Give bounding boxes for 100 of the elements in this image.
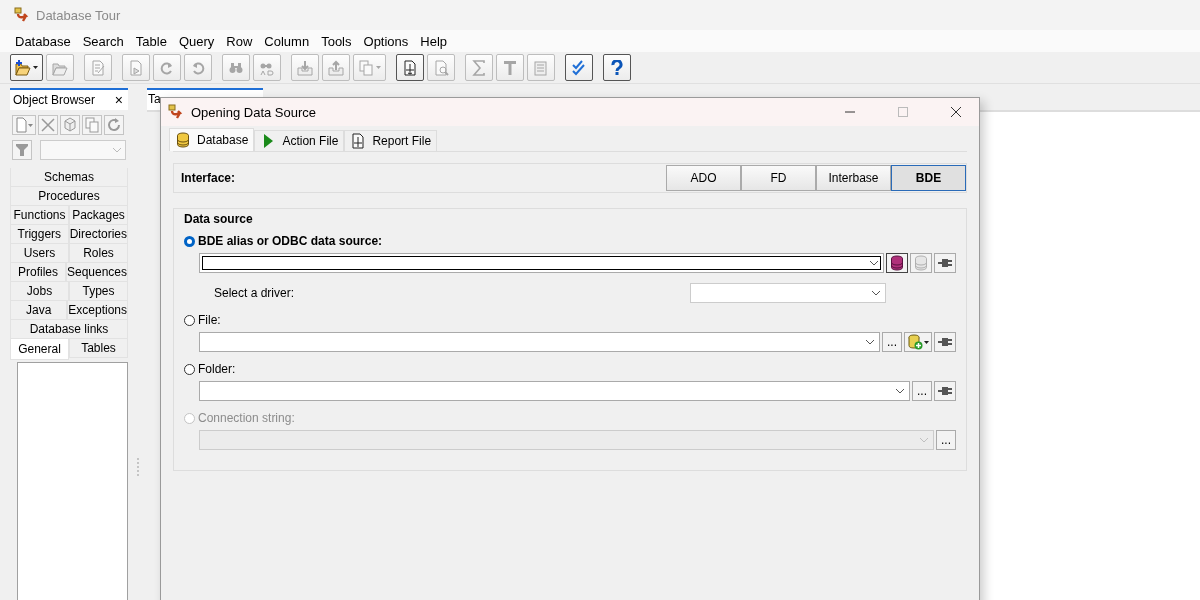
chevron-icon [871, 290, 881, 296]
copy-button[interactable] [82, 115, 102, 135]
object-tab[interactable]: Triggers [10, 225, 69, 244]
panel-tab-title[interactable]: Ta [148, 92, 161, 106]
check-icon [571, 59, 587, 76]
report-icon [350, 133, 367, 149]
dialog-tab[interactable]: Report File [344, 130, 438, 151]
import-icon [297, 59, 313, 76]
toolbar-button[interactable] [396, 54, 424, 81]
chevron-icon [895, 388, 905, 394]
menu-item[interactable]: Row [220, 31, 259, 51]
copy-icon [84, 117, 100, 133]
menu-item[interactable]: Options [357, 31, 415, 51]
object-tab[interactable]: General [10, 339, 69, 360]
refresh-button[interactable] [104, 115, 124, 135]
object-tab[interactable]: Jobs [10, 282, 69, 301]
driver-combo[interactable] [690, 283, 886, 303]
undo-icon [190, 59, 206, 76]
browse-button[interactable]: ... [912, 381, 932, 401]
cubes-icon [62, 117, 78, 133]
connect-button[interactable] [934, 253, 956, 273]
browse-button[interactable]: ... [882, 332, 902, 352]
toolbar-button[interactable] [565, 54, 593, 81]
new-database-button[interactable] [904, 332, 932, 352]
toolbar-button[interactable] [603, 54, 631, 81]
object-tab[interactable]: Database links [10, 320, 128, 339]
document-icon [533, 59, 549, 76]
alias-button[interactable] [886, 253, 908, 273]
window-title: Database Tour [36, 7, 121, 23]
interface-option[interactable]: FD [741, 165, 816, 191]
maximize-icon [898, 107, 908, 117]
radio-label: Folder: [198, 362, 236, 376]
export-icon [328, 59, 344, 76]
object-tab[interactable]: Directories [68, 225, 128, 244]
interface-option[interactable]: ADO [666, 165, 741, 191]
radio-button[interactable] [184, 235, 195, 247]
new-button[interactable] [12, 115, 36, 135]
app-logo-icon [14, 7, 30, 23]
object-tab[interactable]: Sequences [65, 263, 128, 282]
refresh-icon [106, 117, 122, 133]
menu-item[interactable]: Database [9, 31, 77, 51]
object-list[interactable] [17, 362, 128, 600]
grip-icon [136, 458, 139, 478]
object-tab[interactable]: Procedures [10, 187, 128, 206]
interface-option[interactable]: BDE [891, 165, 966, 191]
object-tab[interactable]: Users [10, 244, 69, 263]
database-add-icon [907, 334, 923, 350]
menu-item[interactable]: Search [76, 31, 130, 51]
radio-button[interactable] [184, 363, 195, 375]
interface-option[interactable]: Interbase [816, 165, 891, 191]
object-tab[interactable]: Packages [69, 206, 128, 225]
menu-item[interactable]: Table [129, 31, 173, 51]
toolbar-button[interactable] [10, 54, 43, 81]
dialog-title: Opening Data Source [191, 104, 318, 120]
object-tab[interactable]: Functions [10, 206, 69, 225]
chevron-icon [112, 147, 122, 153]
close-icon [951, 107, 961, 117]
caret-icon [924, 340, 929, 344]
interface-label: Interface: [181, 171, 236, 185]
sum-icon [471, 59, 487, 76]
text-icon [502, 59, 518, 76]
caret-icon [376, 66, 381, 69]
menu-item[interactable]: Query [172, 31, 221, 51]
filter-combo[interactable] [39, 140, 126, 160]
filter-button[interactable] [12, 140, 32, 160]
chevron-icon [919, 437, 929, 443]
group-legend: Data source [181, 212, 256, 226]
object-tab[interactable]: Profiles [10, 263, 66, 282]
delete-button[interactable] [38, 115, 58, 135]
database-icon [913, 255, 929, 271]
connect-button[interactable] [934, 332, 956, 352]
object-tab[interactable]: Roles [69, 244, 128, 263]
database-icon [889, 255, 905, 271]
object-tab[interactable]: Exceptions [67, 301, 128, 320]
panel-tab-title[interactable]: Object Browser [13, 93, 96, 107]
report-icon [402, 59, 418, 76]
new-document-icon [15, 117, 27, 133]
database-icon [175, 132, 191, 148]
object-tab[interactable]: Java [10, 301, 68, 320]
package-button[interactable] [60, 115, 80, 135]
caret-icon [28, 123, 33, 127]
dialog-tab[interactable]: Action File [254, 130, 345, 151]
copy-icon [358, 59, 374, 76]
radio-label: File: [198, 313, 221, 327]
driver-label: Select a driver: [214, 286, 295, 300]
source-combo[interactable] [199, 253, 884, 273]
menu-item[interactable]: Tools [315, 31, 358, 51]
preview-icon [433, 59, 449, 76]
dialog-tab[interactable]: Database [169, 128, 255, 151]
chevron-icon [865, 339, 875, 345]
help-icon [609, 59, 625, 76]
menu-item[interactable]: Column [258, 31, 316, 51]
folder-icon [15, 59, 31, 76]
connect-button[interactable] [934, 381, 956, 401]
object-tab[interactable]: Schemas [10, 168, 128, 187]
close-button[interactable]: × [114, 92, 123, 108]
object-tab[interactable]: Types [69, 282, 128, 301]
menu-item[interactable]: Help [414, 31, 454, 51]
radio-button[interactable] [184, 314, 195, 326]
object-tab[interactable]: Tables [69, 339, 128, 358]
